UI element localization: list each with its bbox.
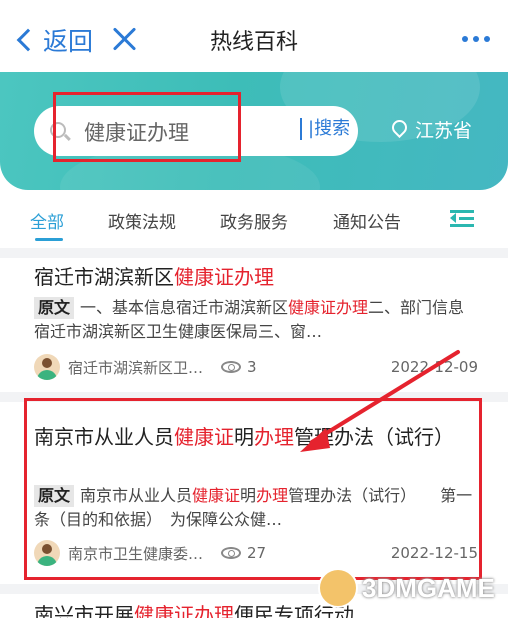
- mascot-icon: [318, 568, 358, 608]
- watermark-text: 3DMGAME: [362, 572, 495, 603]
- watermark-logo: 3DMGAME: [318, 568, 495, 608]
- annotation-arrow-icon: [300, 350, 460, 452]
